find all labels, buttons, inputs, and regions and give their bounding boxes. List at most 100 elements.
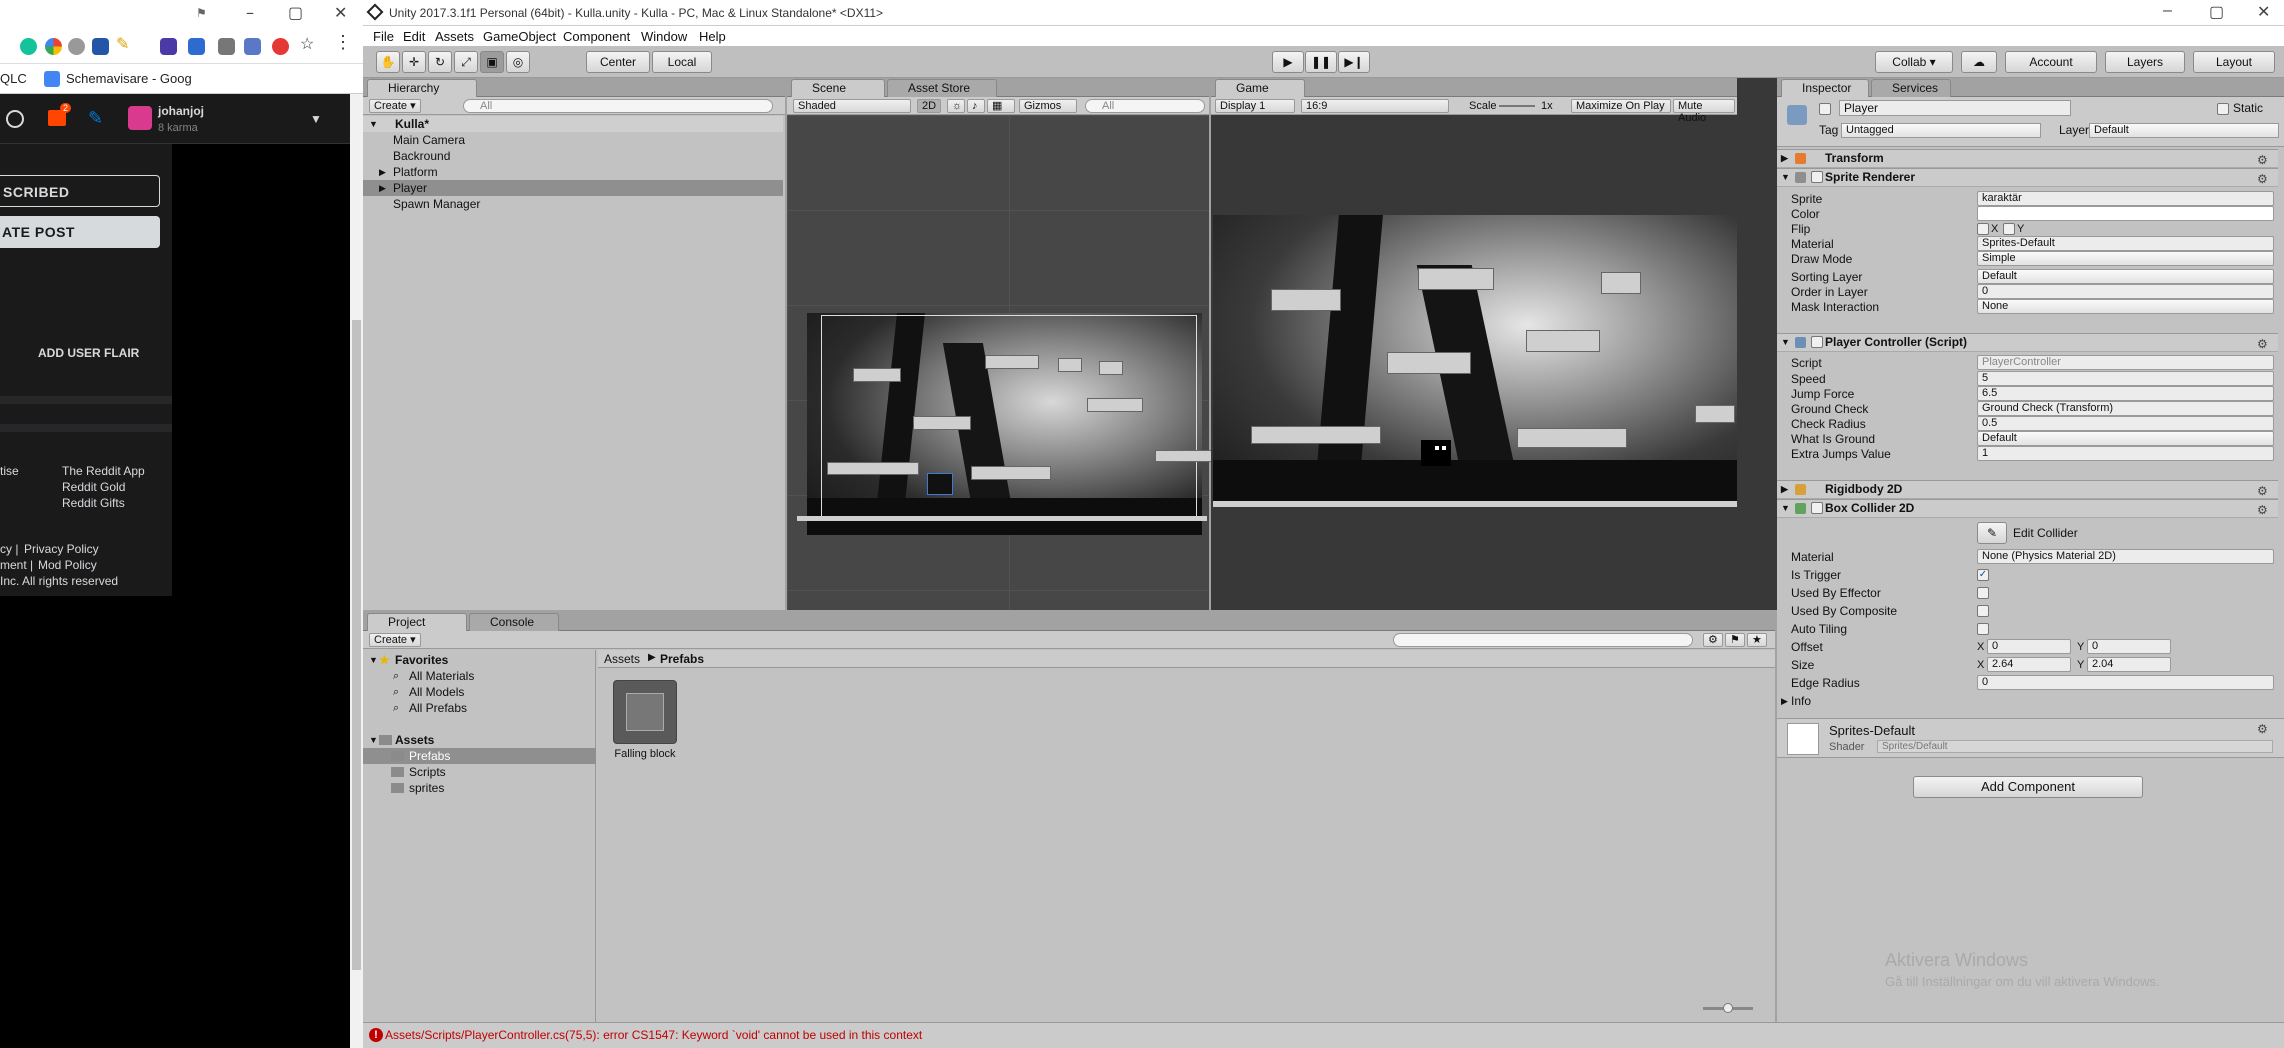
gizmos-dropdown[interactable]: Gizmos xyxy=(1019,99,1077,113)
size-y-field[interactable]: 2.04 xyxy=(2087,657,2171,672)
platform[interactable] xyxy=(1058,358,1082,372)
cloud-icon[interactable]: ☁ xyxy=(1961,51,1997,73)
zoom-slider[interactable] xyxy=(1703,1003,1753,1013)
image-icon[interactable]: ▦ xyxy=(987,99,1015,113)
field-value[interactable]: 1 xyxy=(1977,446,2274,461)
star-icon[interactable]: ★ xyxy=(1747,633,1767,647)
subscribed-button[interactable]: SCRIBED xyxy=(0,175,160,207)
bookmark-qlc[interactable]: QLC xyxy=(0,71,27,86)
tab-inspector[interactable]: Inspector xyxy=(1781,79,1869,97)
create-button[interactable]: Create ▾ xyxy=(369,633,421,647)
rotate-tool-icon[interactable]: ↻ xyxy=(428,51,452,73)
checkbox[interactable] xyxy=(1977,623,1989,635)
scene-root[interactable]: ▼ Kulla* xyxy=(363,116,783,132)
scrollbar-thumb[interactable] xyxy=(352,320,361,970)
footer-link-reddit-gifts[interactable]: Reddit Gifts xyxy=(62,496,125,510)
username[interactable]: johanjoj xyxy=(158,104,204,118)
star-icon[interactable]: ☆ xyxy=(300,34,317,53)
bookmark-schemavisare[interactable]: Schemavisare - Goog xyxy=(66,71,192,86)
bag-icon[interactable] xyxy=(218,38,235,55)
maximize-on-play-button[interactable]: Maximize On Play xyxy=(1571,99,1671,113)
hierarchy-item-player[interactable]: ▶ Player xyxy=(363,180,783,196)
favorite-item[interactable]: ⌕ All Models xyxy=(363,684,783,700)
footer-link-reddit-app[interactable]: The Reddit App xyxy=(62,464,145,478)
material-field[interactable]: None (Physics Material 2D) xyxy=(1977,549,2274,564)
pause-button[interactable]: ❚❚ xyxy=(1305,51,1337,73)
scene-search-input[interactable]: All xyxy=(1085,99,1205,113)
aspect-dropdown[interactable]: 16:9 xyxy=(1301,99,1449,113)
menu-component[interactable]: Component xyxy=(563,29,630,44)
more-icon[interactable]: ⋮ xyxy=(334,32,352,52)
footer-link-privacy[interactable]: Privacy Policy xyxy=(24,542,99,556)
tab-console[interactable]: Console xyxy=(469,613,559,631)
info-row[interactable]: ▶ Info xyxy=(1777,692,2278,710)
minimize-button[interactable]: – xyxy=(246,3,254,22)
platform[interactable] xyxy=(827,462,919,475)
flip-x-checkbox[interactable] xyxy=(1977,223,1989,235)
breadcrumb-assets[interactable]: Assets xyxy=(604,652,640,666)
gear-icon[interactable]: ⚙ xyxy=(2257,152,2268,169)
restore-button[interactable]: ▢ xyxy=(2209,2,2224,22)
enabled-checkbox[interactable] xyxy=(1811,171,1823,183)
layer-dropdown[interactable]: Default xyxy=(2089,123,2279,138)
move-tool-icon[interactable]: ✛ xyxy=(402,51,426,73)
enabled-checkbox[interactable] xyxy=(1811,502,1823,514)
create-button[interactable]: Create ▾ xyxy=(369,99,421,113)
enabled-checkbox[interactable] xyxy=(1811,336,1823,348)
create-post-button[interactable]: ATE POST xyxy=(0,216,160,248)
footer-link-advertise[interactable]: tise xyxy=(0,464,19,478)
error-message[interactable]: Assets/Scripts/PlayerController.cs(75,5)… xyxy=(385,1028,922,1042)
audio-icon[interactable]: ♪ xyxy=(967,99,985,113)
player-sprite[interactable] xyxy=(1421,440,1451,466)
scale-slider[interactable] xyxy=(1499,105,1535,107)
ghost-icon[interactable]: ⚑ xyxy=(196,6,207,20)
pivot-local-button[interactable]: Local xyxy=(652,51,712,73)
folder-scripts[interactable]: Scripts xyxy=(363,764,596,780)
hierarchy-item-spawn-manager[interactable]: Spawn Manager xyxy=(363,196,783,212)
footer-link-moderation[interactable]: ment | xyxy=(0,558,33,572)
platform[interactable] xyxy=(1251,426,1381,444)
breadcrumb-prefabs[interactable]: Prefabs xyxy=(660,652,704,666)
field-value[interactable]: karaktär xyxy=(1977,191,2274,206)
trello-icon[interactable] xyxy=(92,38,109,55)
minimize-button[interactable]: – xyxy=(2163,2,2172,20)
menu-assets[interactable]: Assets xyxy=(435,29,474,44)
field-value[interactable]: Sprites-Default xyxy=(1977,236,2274,251)
add-user-flair-button[interactable]: ADD USER FLAIR xyxy=(38,346,139,360)
object-name-field[interactable]: Player xyxy=(1839,100,2071,116)
footer-link-content-policy[interactable]: cy | xyxy=(0,542,18,556)
avatar[interactable] xyxy=(128,106,152,130)
tab-icon[interactable] xyxy=(188,38,205,55)
platform[interactable] xyxy=(1387,352,1471,374)
hierarchy-item-platform[interactable]: ▶ Platform xyxy=(363,164,783,180)
create-post-pen-icon[interactable]: ✎ xyxy=(88,108,103,129)
layout-button[interactable]: Layout xyxy=(2193,51,2275,73)
field-value[interactable]: None xyxy=(1977,299,2274,314)
field-value[interactable]: Default xyxy=(1977,431,2274,446)
favorite-item[interactable]: ⌕ All Prefabs xyxy=(363,700,783,716)
field-value[interactable]: Default xyxy=(1977,269,2274,284)
edit-collider-icon[interactable]: ✎ xyxy=(1977,522,2007,544)
hierarchy-item-main-camera[interactable]: Main Camera xyxy=(363,132,783,148)
platform[interactable] xyxy=(985,355,1039,369)
pivot-center-button[interactable]: Center xyxy=(586,51,650,73)
assets-header[interactable]: ▼ Assets xyxy=(363,732,783,748)
scale-tool-icon[interactable]: ⤢ xyxy=(454,51,478,73)
static-checkbox[interactable] xyxy=(2217,103,2229,115)
play-button[interactable]: ▶ xyxy=(1272,51,1304,73)
menu-help[interactable]: Help xyxy=(699,29,726,44)
tab-project[interactable]: Project xyxy=(367,613,467,631)
gear-icon[interactable]: ⚙ xyxy=(2257,502,2268,519)
camera-icon[interactable] xyxy=(272,38,289,55)
light-icon[interactable]: ☼ xyxy=(947,99,965,113)
field-value[interactable]: Ground Check (Transform) xyxy=(1977,401,2274,416)
tab-game[interactable]: Game xyxy=(1215,79,1305,97)
video-icon[interactable] xyxy=(160,38,177,55)
checkbox[interactable] xyxy=(1977,605,1989,617)
footer-link-mod-policy[interactable]: Mod Policy xyxy=(38,558,97,572)
platform[interactable] xyxy=(1099,361,1123,375)
cast-icon[interactable] xyxy=(244,38,261,55)
tab-services[interactable]: Services xyxy=(1871,79,1951,97)
platform[interactable] xyxy=(1695,405,1735,423)
chat-icon[interactable] xyxy=(6,110,24,128)
